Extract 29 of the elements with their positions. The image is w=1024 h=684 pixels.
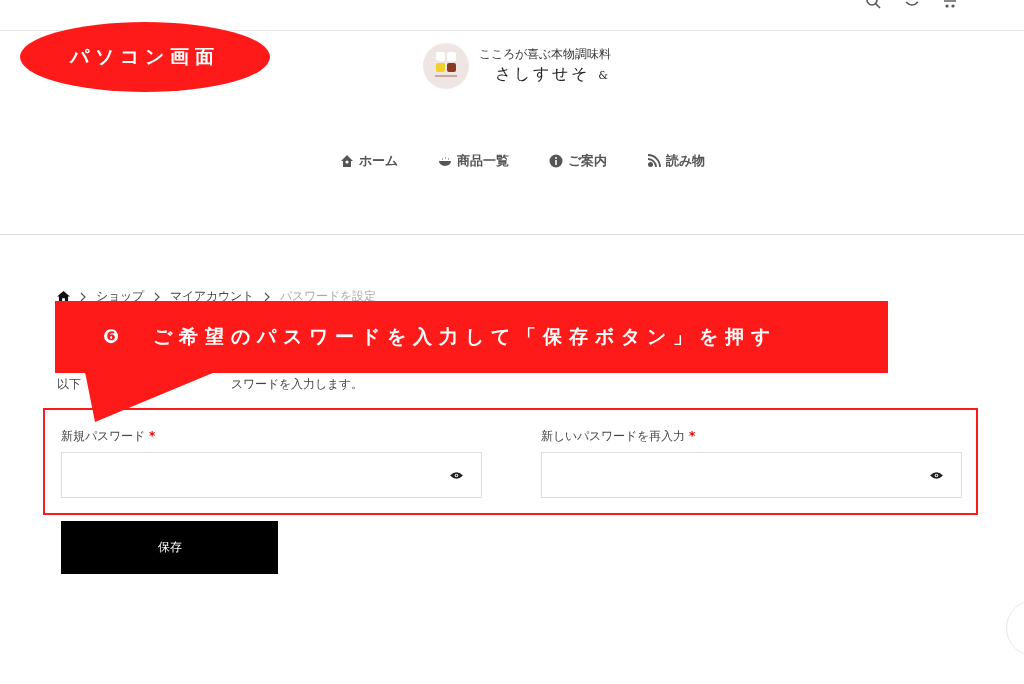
- nav-link[interactable]: 読み物: [646, 152, 705, 170]
- bowl-icon: [437, 154, 452, 168]
- logo-mark-icon: [423, 43, 469, 89]
- chevron-icon: [264, 291, 270, 302]
- info-icon: [548, 154, 563, 168]
- callout-label: パソコン画面: [20, 22, 270, 92]
- field-label: 新しいパスワードを再入力: [541, 428, 685, 445]
- required-mark: *: [689, 429, 696, 443]
- nav-link[interactable]: 商品一覧: [437, 152, 509, 170]
- site-logo[interactable]: こころが喜ぶ本物調味料 さしすせそ &: [423, 40, 611, 92]
- nav-link[interactable]: ホーム: [339, 152, 398, 170]
- password-field[interactable]: [541, 452, 962, 498]
- password-field[interactable]: [61, 452, 482, 498]
- required-mark: *: [149, 429, 156, 443]
- house-icon: [339, 154, 354, 168]
- field-label: 新規パスワード: [61, 428, 145, 445]
- intro-text: スワードを入力します。: [231, 376, 363, 393]
- save-button[interactable]: 保存: [61, 521, 278, 574]
- nav-link[interactable]: ご案内: [548, 152, 607, 170]
- search-icon[interactable]: [866, 0, 882, 10]
- logo-name: さしすせそ &: [495, 63, 611, 85]
- logo-tagline: こころが喜ぶ本物調味料: [479, 47, 611, 62]
- eye-icon[interactable]: [450, 470, 463, 480]
- home-icon[interactable]: [57, 291, 70, 302]
- eye-icon[interactable]: [930, 470, 943, 480]
- intro-text: 以下: [57, 376, 81, 393]
- chevron-icon: [80, 291, 86, 302]
- chevron-icon: [154, 291, 160, 302]
- feed-icon: [646, 154, 661, 168]
